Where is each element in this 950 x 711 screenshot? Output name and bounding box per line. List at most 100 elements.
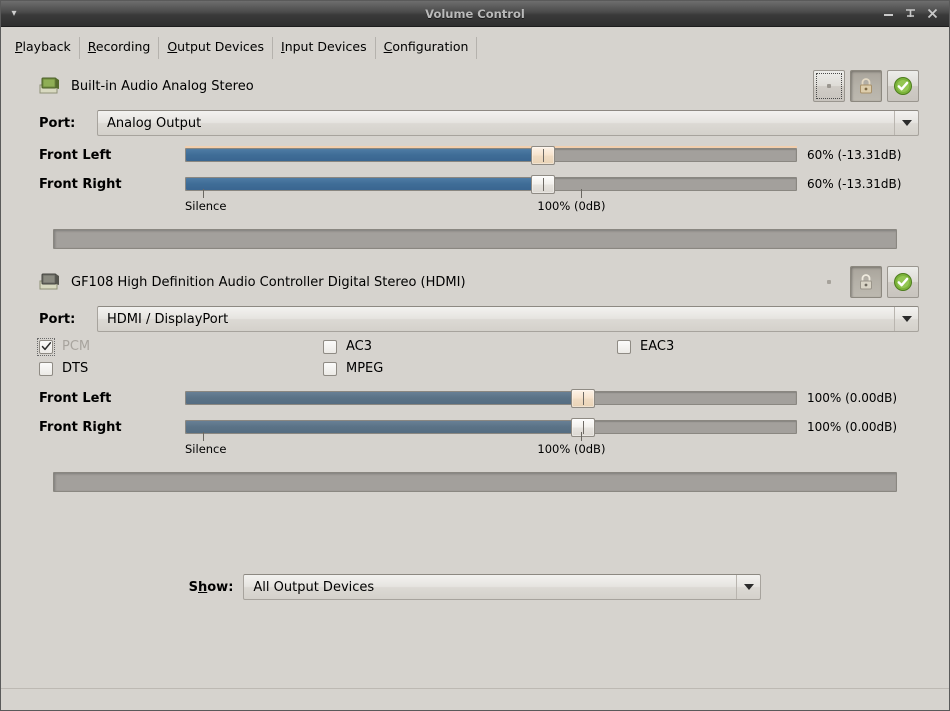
device-name-0: Built-in Audio Analog Stereo xyxy=(71,78,254,94)
speaker-mute-icon xyxy=(822,275,836,289)
show-label: Show: xyxy=(188,579,234,595)
audio-card-icon xyxy=(39,76,61,96)
checkbox-box-pcm[interactable] xyxy=(37,337,55,356)
scale-tick-max xyxy=(581,189,583,198)
scale-min-label-0: Silence xyxy=(185,199,227,213)
port-select-value-1: HDMI / DisplayPort xyxy=(107,311,229,327)
checkbox-dts[interactable]: DTS xyxy=(39,361,323,376)
slider-handle[interactable] xyxy=(530,175,555,194)
volume-scale-1: Silence 100% (0dB) xyxy=(185,432,799,466)
volume-slider-0-0[interactable] xyxy=(185,146,797,165)
volume-slider-1-0[interactable] xyxy=(185,389,797,408)
checkbox-box-ac3[interactable] xyxy=(323,339,337,354)
lock-icon xyxy=(858,77,874,95)
window-menu-icon[interactable]: ▾ xyxy=(5,5,23,23)
set-default-toggle-1[interactable] xyxy=(887,266,919,298)
channel-value-1-1: 100% (0.00dB) xyxy=(807,420,898,434)
chevron-down-icon[interactable] xyxy=(894,307,918,331)
device-header-1: GF108 High Definition Audio Controller D… xyxy=(13,265,937,299)
tab-recording-label: ecording xyxy=(95,39,151,55)
checkbox-label-pcm: PCM xyxy=(62,339,91,354)
channel-label-1-0: Front Left xyxy=(39,390,112,406)
channels-1: Front Left 100% (0.00dB) Front Right 100… xyxy=(13,376,937,466)
peak-meter-0 xyxy=(53,229,897,249)
checkbox-box-dts[interactable] xyxy=(39,361,53,376)
minimize-button[interactable] xyxy=(882,7,895,20)
port-label-0: Port: xyxy=(39,115,76,131)
green-check-icon xyxy=(893,272,913,292)
tab-playback-label: layback xyxy=(22,39,71,55)
scale-max-label-1: 100% (0dB) xyxy=(537,442,606,456)
slider-fill xyxy=(186,421,575,433)
scale-min-label-1: Silence xyxy=(185,442,227,456)
channel-label-1-1: Front Right xyxy=(39,419,122,435)
channel-value-0-0: 60% (-13.31dB) xyxy=(807,148,902,162)
tab-configuration[interactable]: Configuration xyxy=(376,37,478,59)
green-check-icon xyxy=(893,76,913,96)
device-card-1: GF108 High Definition Audio Controller D… xyxy=(13,265,937,492)
lock-icon xyxy=(858,273,874,291)
port-select-1[interactable]: HDMI / DisplayPort xyxy=(97,306,919,332)
channel-row-front-right-1: Front Right 100% (0.00dB) xyxy=(39,414,919,440)
slider-handle[interactable] xyxy=(530,146,555,165)
audio-card-icon xyxy=(39,272,61,292)
set-default-toggle-0[interactable] xyxy=(887,70,919,102)
device-separator xyxy=(1,249,949,265)
checkbox-label-dts: DTS xyxy=(62,361,89,376)
checkbox-box-mpeg[interactable] xyxy=(323,361,337,376)
checkbox-mpeg[interactable]: MPEG xyxy=(323,361,617,376)
channel-label-0-1: Front Right xyxy=(39,176,122,192)
scale-tick-max xyxy=(581,432,583,441)
port-select-value-0: Analog Output xyxy=(107,115,202,131)
port-row-1: Port: HDMI / DisplayPort xyxy=(13,305,937,333)
peak-meter-1 xyxy=(53,472,897,492)
device-name-1: GF108 High Definition Audio Controller D… xyxy=(71,274,466,290)
checkbox-label-eac3: EAC3 xyxy=(640,339,675,354)
show-select[interactable]: All Output Devices xyxy=(243,574,762,600)
window-buttons xyxy=(882,7,945,20)
volume-scale-0: Silence 100% (0dB) xyxy=(185,189,799,223)
checkbox-pcm[interactable]: PCM xyxy=(37,337,323,356)
mute-toggle-0[interactable] xyxy=(813,70,845,102)
port-select-0[interactable]: Analog Output xyxy=(97,110,919,136)
port-row-0: Port: Analog Output xyxy=(13,109,937,137)
checkbox-grid-spacer xyxy=(617,361,919,376)
port-label-1: Port: xyxy=(39,311,76,327)
window-title: Volume Control xyxy=(425,6,525,21)
slider-fill xyxy=(186,178,541,190)
status-bar xyxy=(1,688,949,710)
slider-handle[interactable] xyxy=(570,389,595,408)
maximize-button[interactable] xyxy=(904,7,917,20)
tab-playback[interactable]: Playback xyxy=(7,37,80,59)
channel-value-1-0: 100% (0.00dB) xyxy=(807,391,898,405)
titlebar: ▾ Volume Control xyxy=(1,1,949,27)
chevron-down-icon[interactable] xyxy=(894,111,918,135)
channel-row-front-left-1: Front Left 100% (0.00dB) xyxy=(39,385,919,411)
device-card-0: Built-in Audio Analog Stereo Port: Analo… xyxy=(13,69,937,249)
output-devices-panel: Built-in Audio Analog Stereo Port: Analo… xyxy=(1,59,949,688)
channels-0: Front Left 60% (-13.31dB) Front Right 60… xyxy=(13,137,937,223)
checkbox-label-ac3: AC3 xyxy=(346,339,373,354)
close-button[interactable] xyxy=(926,7,939,20)
tab-input-devices[interactable]: Input Devices xyxy=(273,37,376,59)
chevron-down-icon[interactable] xyxy=(736,575,760,599)
mute-toggle-1[interactable] xyxy=(813,266,845,298)
tab-recording[interactable]: Recording xyxy=(80,37,160,59)
scale-tick-min xyxy=(203,432,205,441)
tab-output-devices[interactable]: Output Devices xyxy=(159,37,273,59)
tab-input-devices-label: nput Devices xyxy=(284,39,367,55)
slider-handle[interactable] xyxy=(570,418,595,437)
scale-tick-min xyxy=(203,189,205,198)
encoding-checkbox-grid: PCM AC3 EAC3 DTS MPEG xyxy=(13,333,937,376)
volume-slider-0-1[interactable] xyxy=(185,175,797,194)
volume-control-window: ▾ Volume Control Playback Recording Outp… xyxy=(0,0,950,711)
channel-row-front-right-0: Front Right 60% (-13.31dB) xyxy=(39,171,919,197)
volume-slider-1-1[interactable] xyxy=(185,418,797,437)
slider-fill xyxy=(186,392,575,404)
lock-channels-toggle-1[interactable] xyxy=(850,266,882,298)
lock-channels-toggle-0[interactable] xyxy=(850,70,882,102)
channel-row-front-left-0: Front Left 60% (-13.31dB) xyxy=(39,142,919,168)
checkbox-ac3[interactable]: AC3 xyxy=(323,339,617,354)
checkbox-box-eac3[interactable] xyxy=(617,339,631,354)
checkbox-eac3[interactable]: EAC3 xyxy=(617,339,919,354)
